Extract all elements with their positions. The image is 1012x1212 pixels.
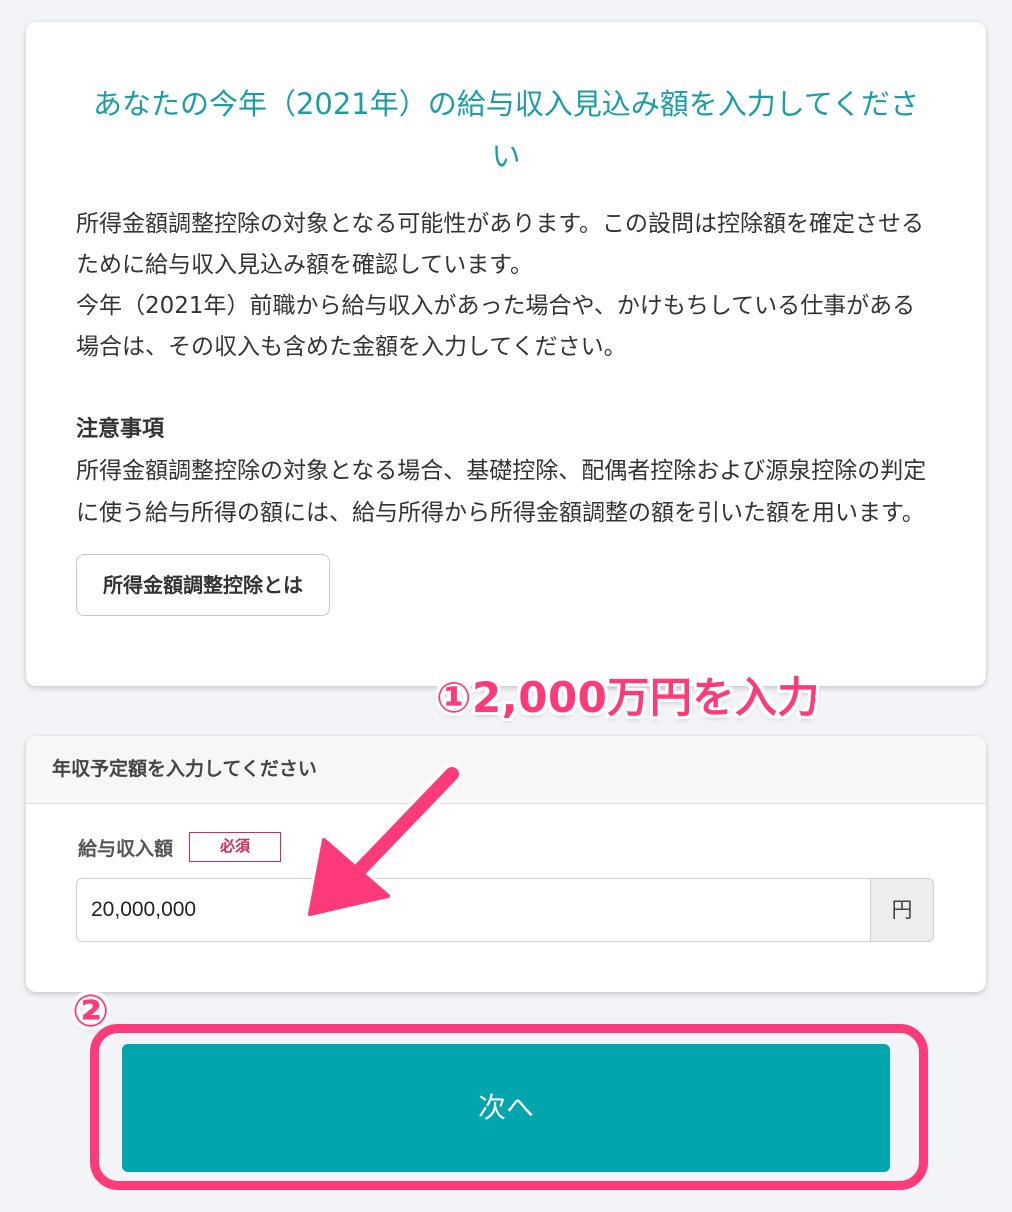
step1-annotation: ①2,000万円を入力 bbox=[436, 673, 820, 722]
page-title: あなたの今年（2021年）の給与収入見込み額を入力してください bbox=[92, 87, 920, 173]
description-paragraph: 今年（2021年）前職から給与収入があった場合や、かけもちしている仕事がある場合… bbox=[76, 293, 916, 360]
field-label-row: 給与収入額 必須 bbox=[78, 832, 282, 862]
description-paragraph: 所得金額調整控除の対象となる可能性があります。この設問は控除額を確定させるために… bbox=[76, 211, 925, 278]
salary-income-input-group: 円 bbox=[76, 878, 934, 942]
income-adjustment-deduction-link-button[interactable]: 所得金額調整控除とは bbox=[76, 554, 330, 616]
description: 所得金額調整控除の対象となる可能性があります。この設問は控除額を確定させるために… bbox=[76, 204, 936, 368]
notes-body: 所得金額調整控除の対象となる場合、基礎控除、配偶者控除および源泉控除の判定に使う… bbox=[76, 458, 927, 526]
income-section-header: 年収予定額を入力してください bbox=[26, 736, 986, 804]
salary-income-input[interactable] bbox=[77, 879, 870, 941]
required-badge: 必須 bbox=[189, 832, 282, 862]
step2-annotation: ② bbox=[72, 986, 110, 1037]
notes-title: 注意事項 bbox=[76, 417, 165, 442]
next-button[interactable]: 次へ bbox=[122, 1044, 890, 1172]
info-card: あなたの今年（2021年）の給与収入見込み額を入力してください 所得金額調整控除… bbox=[26, 22, 986, 686]
income-card: 年収予定額を入力してください 給与収入額 必須 円 bbox=[26, 736, 986, 992]
salary-income-label: 給与収入額 bbox=[78, 837, 174, 860]
yen-unit-addon: 円 bbox=[870, 879, 933, 941]
